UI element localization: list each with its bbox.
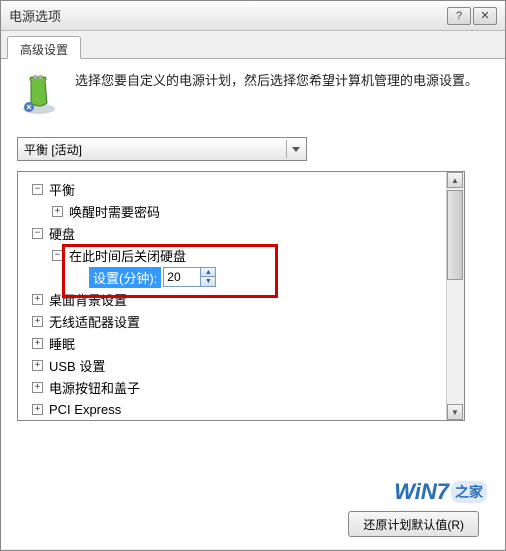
power-plan-dropdown[interactable]: 平衡 [活动] (17, 137, 307, 161)
expand-icon[interactable]: + (32, 382, 43, 393)
tree-label: 唤醒时需要密码 (69, 202, 160, 221)
spinner-down-icon[interactable]: ▼ (201, 277, 215, 286)
tree-node-balance[interactable]: − 平衡 (22, 178, 442, 200)
tree-node-pci-express[interactable]: + PCI Express (22, 398, 442, 420)
tree-label: PCI Express (49, 402, 121, 417)
info-row: 选择您要自定义的电源计划，然后选择您希望计算机管理的电源设置。 (17, 71, 489, 119)
scroll-thumb[interactable] (447, 190, 463, 280)
tab-advanced-settings[interactable]: 高级设置 (7, 36, 81, 59)
expand-icon[interactable]: + (32, 404, 43, 415)
minutes-spinner[interactable]: ▲ ▼ (163, 267, 216, 287)
tree-label: 电源按钮和盖子 (49, 378, 140, 397)
tree-node-hard-disk[interactable]: − 硬盘 (22, 222, 442, 244)
tree-node-sleep[interactable]: + 睡眠 (22, 332, 442, 354)
info-text: 选择您要自定义的电源计划，然后选择您希望计算机管理的电源设置。 (75, 71, 489, 92)
window-title: 电源选项 (9, 6, 447, 25)
collapse-icon[interactable]: − (32, 228, 43, 239)
tree-label: 睡眠 (49, 334, 75, 353)
tree-label: 在此时间后关闭硬盘 (69, 246, 186, 265)
collapse-icon[interactable]: − (32, 184, 43, 195)
titlebar: 电源选项 ? ✕ (1, 1, 505, 31)
settings-tree-container: − 平衡 + 唤醒时需要密码 − 硬盘 − 在此时间后关闭硬盘 设 (17, 171, 465, 421)
vertical-scrollbar[interactable]: ▲ ▼ (446, 172, 464, 420)
minutes-input[interactable] (164, 268, 200, 286)
spinner-up-icon[interactable]: ▲ (201, 268, 215, 277)
tree-node-wake-password[interactable]: + 唤醒时需要密码 (22, 200, 442, 222)
expand-icon[interactable]: + (32, 316, 43, 327)
tree-node-turn-off-disk[interactable]: − 在此时间后关闭硬盘 (22, 244, 442, 266)
scroll-down-icon[interactable]: ▼ (447, 404, 463, 420)
settings-tree: − 平衡 + 唤醒时需要密码 − 硬盘 − 在此时间后关闭硬盘 设 (18, 172, 446, 420)
close-button[interactable]: ✕ (473, 7, 497, 25)
tree-label: USB 设置 (49, 356, 105, 375)
tab-content: 选择您要自定义的电源计划，然后选择您希望计算机管理的电源设置。 平衡 [活动] … (1, 59, 505, 549)
tree-label: 平衡 (49, 180, 75, 199)
watermark: WiN7 之家 (394, 479, 487, 505)
tree-label: 桌面背景设置 (49, 290, 127, 309)
tree-node-setting-minutes: 设置(分钟): ▲ ▼ (22, 266, 442, 288)
tree-node-desktop-bg[interactable]: + 桌面背景设置 (22, 288, 442, 310)
expand-icon[interactable]: + (32, 338, 43, 349)
window-controls: ? ✕ (447, 7, 497, 25)
expand-icon[interactable]: + (32, 294, 43, 305)
tree-label: 硬盘 (49, 224, 75, 243)
tab-strip: 高级设置 (1, 31, 505, 59)
tree-node-usb[interactable]: + USB 设置 (22, 354, 442, 376)
power-options-window: 电源选项 ? ✕ 高级设置 选择您要自定义的电源计划，然后选择您希望计算机管理的… (0, 0, 506, 551)
watermark-suffix: 之家 (451, 481, 487, 503)
help-button[interactable]: ? (447, 7, 471, 25)
tree-node-power-buttons[interactable]: + 电源按钮和盖子 (22, 376, 442, 398)
watermark-brand: WiN7 (394, 479, 449, 505)
expand-icon[interactable]: + (52, 206, 63, 217)
tree-node-wireless[interactable]: + 无线适配器设置 (22, 310, 442, 332)
battery-icon (17, 71, 65, 119)
chevron-down-icon (286, 140, 304, 158)
setting-minutes-label: 设置(分钟): (89, 267, 161, 288)
expand-icon[interactable]: + (32, 360, 43, 371)
restore-defaults-button[interactable]: 还原计划默认值(R) (348, 511, 479, 537)
tree-label: 无线适配器设置 (49, 312, 140, 331)
collapse-icon[interactable]: − (52, 250, 63, 261)
dropdown-selected: 平衡 [活动] (24, 141, 82, 158)
scroll-up-icon[interactable]: ▲ (447, 172, 463, 188)
